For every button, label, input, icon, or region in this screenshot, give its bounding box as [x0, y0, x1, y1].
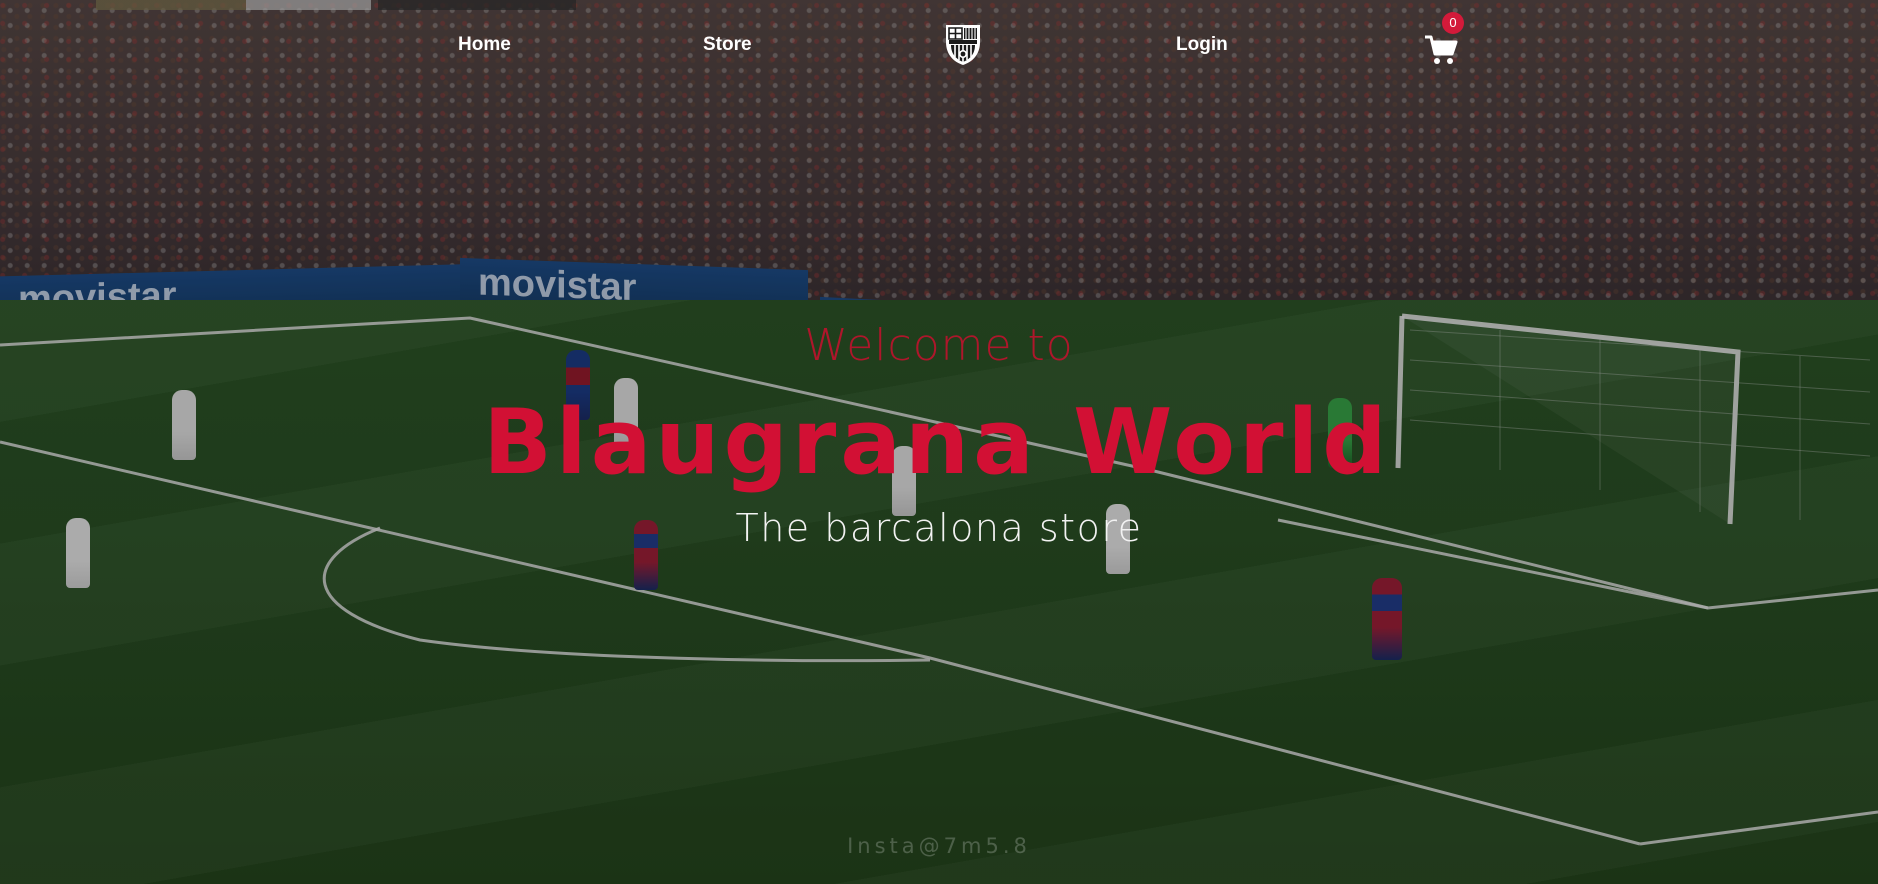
- video-watermark: Insta@7m5.8: [847, 834, 1031, 858]
- cart-count-badge: 0: [1442, 12, 1464, 34]
- hero-section: movistar movistar movistar movistar: [0, 0, 1878, 884]
- hero-welcome-text: Welcome to: [804, 320, 1074, 371]
- nav-login-link[interactable]: Login: [1176, 34, 1228, 56]
- nav-home-link[interactable]: Home: [458, 34, 511, 56]
- barcelona-crest-icon[interactable]: [942, 22, 984, 66]
- shopping-cart-icon[interactable]: [1424, 34, 1458, 66]
- nav-store-link[interactable]: Store: [703, 34, 752, 56]
- hero-title: Blaugrana World: [483, 390, 1391, 495]
- top-navigation: Home Store Login 0: [0, 0, 1878, 90]
- hero-subtitle: The barcalona store: [735, 506, 1143, 550]
